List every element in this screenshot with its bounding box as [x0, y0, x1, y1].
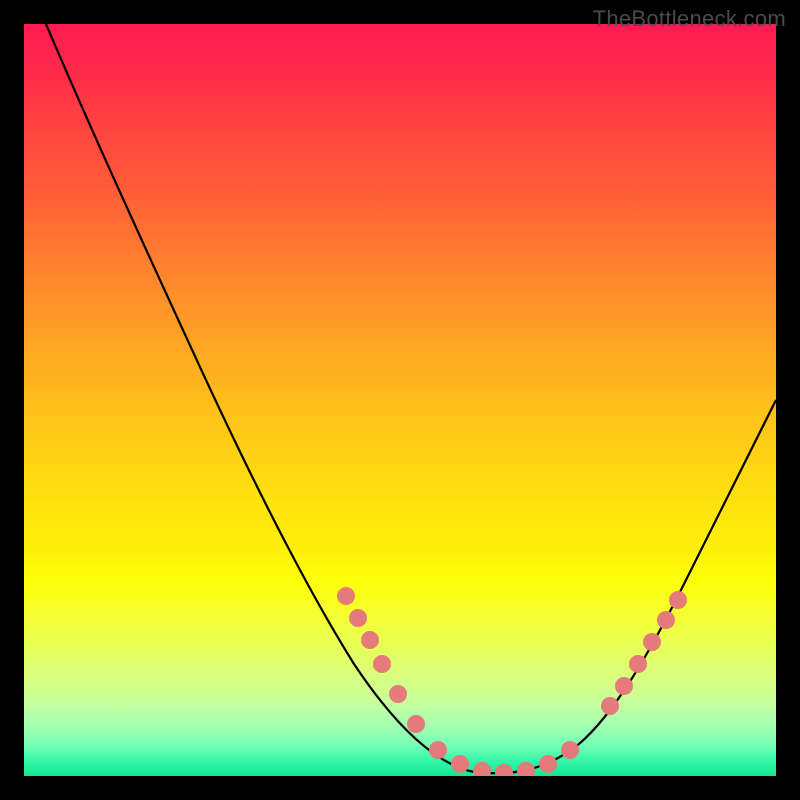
bottleneck-curve-path: [46, 24, 776, 773]
watermark-text: TheBottleneck.com: [593, 6, 786, 32]
curve-markers: [337, 587, 687, 776]
bottleneck-curve-svg: [24, 24, 776, 776]
chart-plot-area: [24, 24, 776, 776]
